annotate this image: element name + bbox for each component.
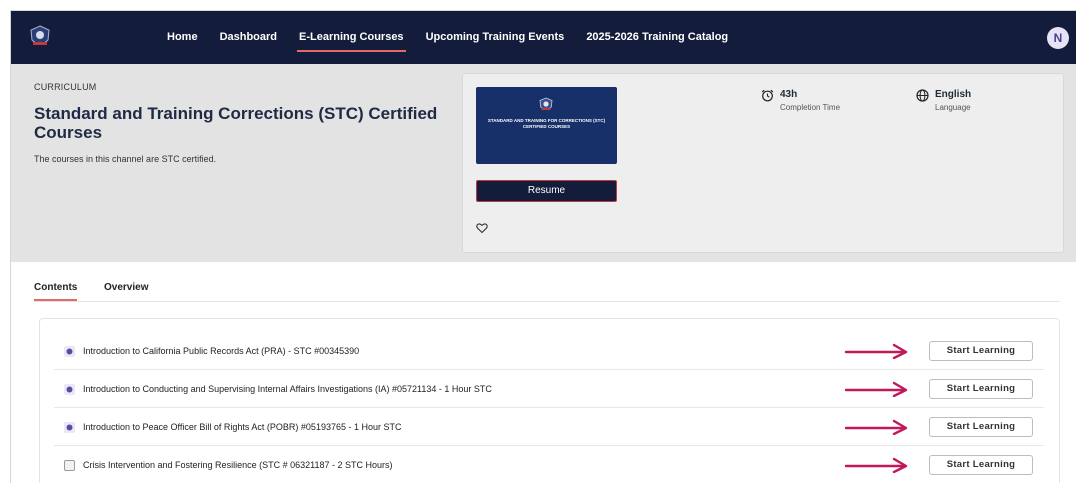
nav-home[interactable]: Home (167, 11, 198, 64)
list-item[interactable]: Introduction to California Public Record… (54, 333, 1044, 370)
nav-elearning-courses[interactable]: E-Learning Courses (297, 11, 406, 64)
app-frame: Home Dashboard E-Learning Courses Upcomi… (10, 10, 1076, 483)
start-learning-button[interactable]: Start Learning (929, 341, 1033, 361)
top-navigation: Home Dashboard E-Learning Courses Upcomi… (11, 11, 1076, 64)
course-icon (64, 384, 75, 395)
course-title[interactable]: Introduction to California Public Record… (83, 346, 359, 356)
course-icon (64, 346, 75, 357)
start-learning-button[interactable]: Start Learning (929, 417, 1033, 437)
globe-icon (916, 89, 929, 102)
checkbox-icon (64, 460, 75, 471)
start-learning-button[interactable]: Start Learning (929, 379, 1033, 399)
user-avatar[interactable]: N (1047, 27, 1069, 49)
tab-overview[interactable]: Overview (104, 282, 148, 293)
list-item[interactable]: Crisis Intervention and Fostering Resili… (54, 447, 1044, 483)
curriculum-eyebrow: CURRICULUM (34, 82, 97, 92)
nav-dashboard[interactable]: Dashboard (220, 11, 277, 64)
agency-badge-icon (539, 97, 553, 110)
nav-upcoming-training-events[interactable]: Upcoming Training Events (426, 11, 565, 64)
course-title[interactable]: Crisis Intervention and Fostering Resili… (83, 460, 392, 470)
list-item[interactable]: Introduction to Peace Officer Bill of Ri… (54, 409, 1044, 446)
arrow-right-icon (844, 419, 908, 435)
course-title[interactable]: Introduction to Peace Officer Bill of Ri… (83, 422, 402, 432)
language-value: English (935, 89, 972, 100)
course-title[interactable]: Introduction to Conducting and Supervisi… (83, 384, 492, 394)
curriculum-card: STANDARD AND TRAINING FOR CORRECTIONS (S… (462, 73, 1064, 253)
curriculum-thumbnail: STANDARD AND TRAINING FOR CORRECTIONS (S… (476, 87, 617, 164)
arrow-right-icon (844, 457, 908, 473)
arrow-right-icon (844, 381, 908, 397)
thumbnail-caption: STANDARD AND TRAINING FOR CORRECTIONS (S… (487, 118, 606, 129)
curriculum-hero: CURRICULUM Standard and Training Correct… (11, 64, 1076, 262)
completion-time-label: Completion Time (780, 103, 841, 112)
language-label: Language (935, 103, 971, 112)
tab-contents[interactable]: Contents (34, 282, 78, 301)
alarm-clock-icon (761, 89, 774, 102)
heart-icon[interactable] (476, 222, 488, 234)
arrow-right-icon (844, 343, 908, 359)
content-tabs: Contents Overview (34, 272, 1060, 302)
completion-time-value: 43h (780, 89, 798, 100)
main-nav: Home Dashboard E-Learning Courses Upcomi… (167, 11, 750, 64)
page-title: Standard and Training Corrections (STC) … (34, 104, 438, 142)
resume-button[interactable]: Resume (476, 180, 617, 202)
nav-training-catalog[interactable]: 2025-2026 Training Catalog (586, 11, 728, 64)
course-list: Introduction to California Public Record… (39, 318, 1060, 483)
page-description: The courses in this channel are STC cert… (34, 154, 217, 164)
list-item[interactable]: Introduction to Conducting and Supervisi… (54, 371, 1044, 408)
start-learning-button[interactable]: Start Learning (929, 455, 1033, 475)
agency-badge-icon[interactable] (29, 25, 51, 49)
course-icon (64, 422, 75, 433)
